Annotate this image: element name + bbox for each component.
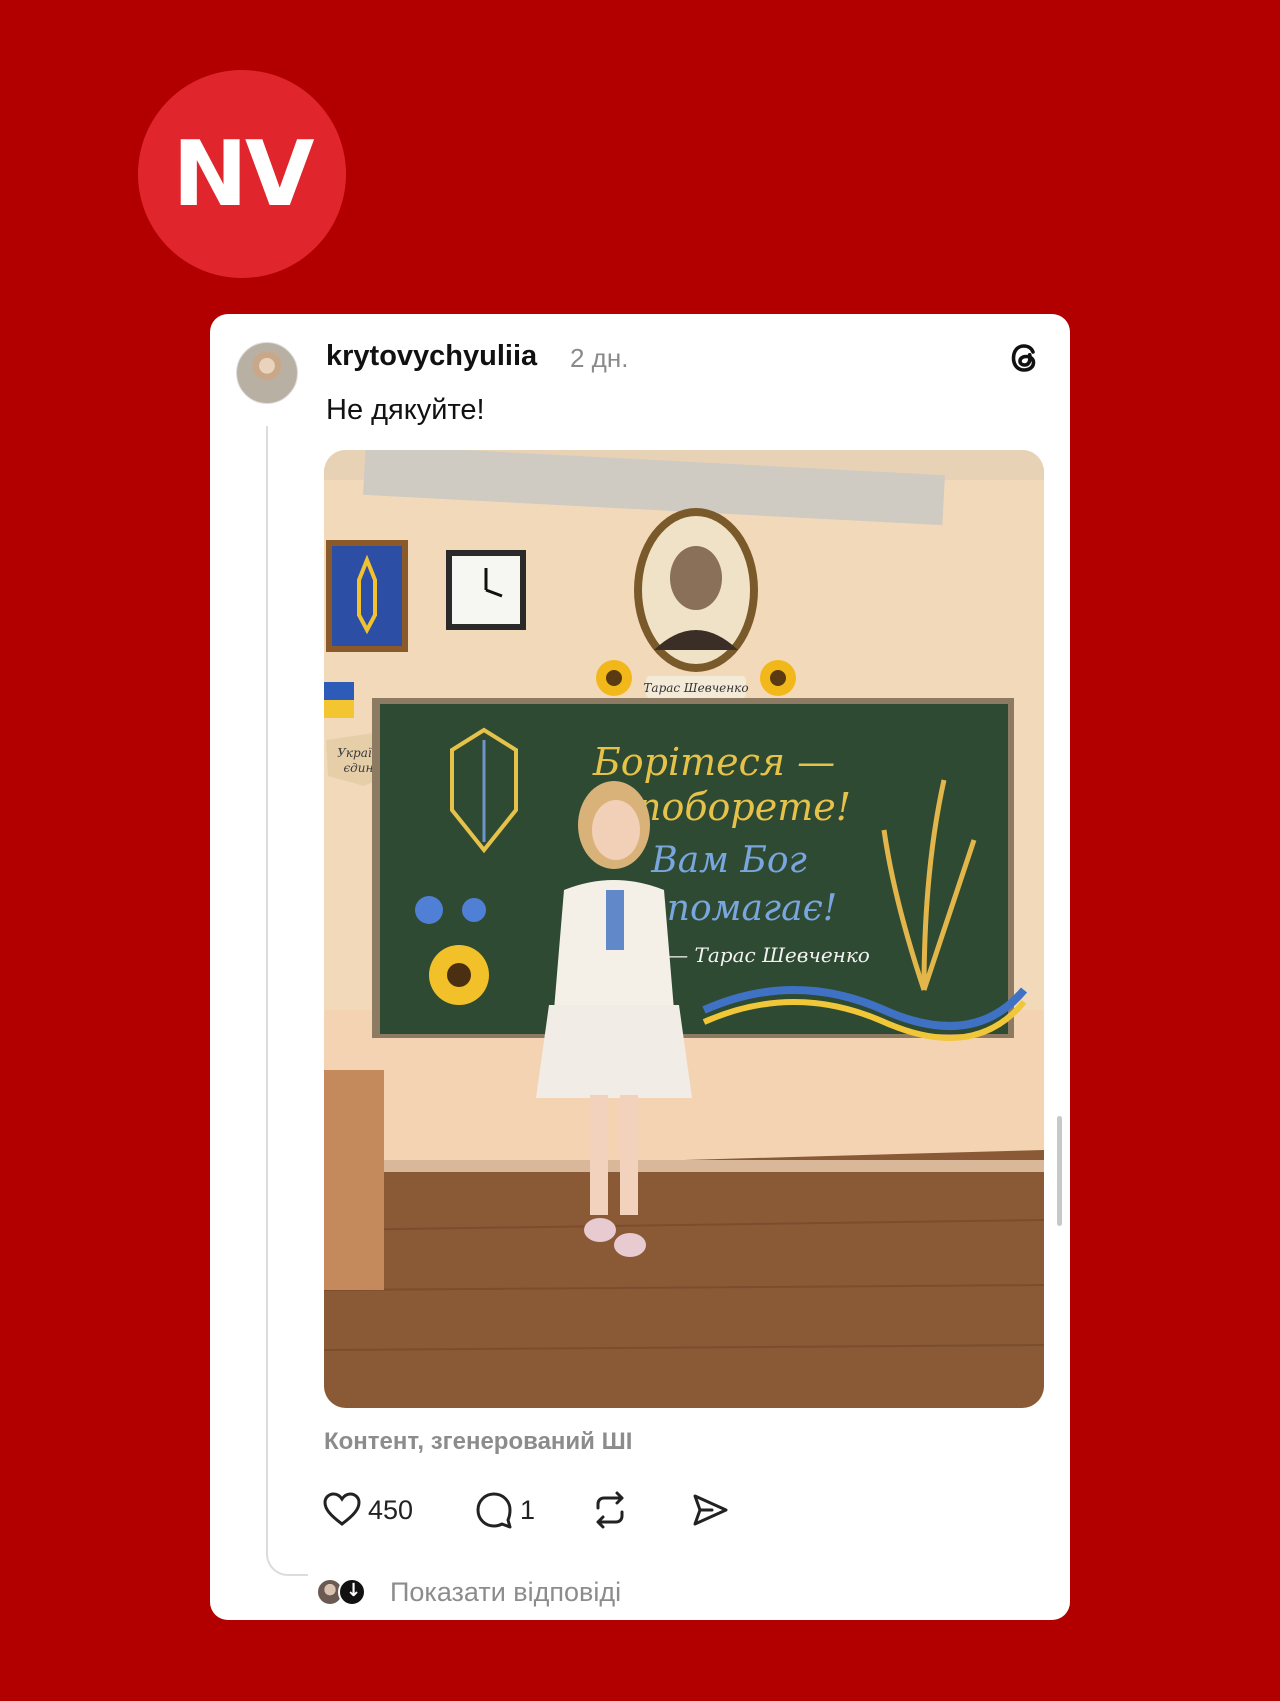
like-count: 450 xyxy=(368,1494,414,1525)
comment-button[interactable]: 1 xyxy=(474,1486,535,1534)
threads-icon[interactable] xyxy=(1003,336,1047,380)
post-image[interactable]: Тарас Шевченко Україна єдина Борітеся — … xyxy=(324,450,1044,1408)
like-button[interactable]: 450 xyxy=(322,1486,413,1534)
portrait-caption: Тарас Шевченко xyxy=(643,681,748,695)
threads-post-card: krytovychyuliia 2 дн. Не дякуйте! Тарас … xyxy=(210,314,1070,1620)
board-line-1: Борітеся — xyxy=(592,740,835,784)
share-button[interactable] xyxy=(690,1486,730,1534)
show-replies-label: Показати відповіді xyxy=(390,1576,622,1607)
board-line-2: поборете! xyxy=(637,785,851,829)
post-time: 2 дн. xyxy=(570,343,629,373)
avatar[interactable] xyxy=(236,342,298,404)
board-line-4: помагає! xyxy=(667,888,837,929)
board-line-3: Вам Бог xyxy=(650,840,807,881)
board-line-5: — Тарас Шевченко xyxy=(668,943,870,967)
ai-generated-label: Контент, згенерований ШІ xyxy=(324,1428,633,1455)
nv-logo: NV xyxy=(138,70,346,278)
thread-line xyxy=(266,426,268,1556)
reply-avatar-download xyxy=(338,1578,366,1606)
nv-logo-text: NV xyxy=(172,121,315,227)
repost-button[interactable] xyxy=(590,1486,630,1534)
scrollbar[interactable] xyxy=(1057,1116,1062,1226)
comment-icon xyxy=(476,1492,512,1529)
repost-icon xyxy=(596,1491,624,1529)
share-icon xyxy=(693,1494,728,1526)
thread-line-curve xyxy=(266,1540,308,1576)
comment-count: 1 xyxy=(520,1494,536,1525)
heart-icon xyxy=(323,1492,361,1526)
post-text: Не дякуйте! xyxy=(326,394,485,426)
username[interactable]: krytovychyuliia xyxy=(326,340,537,373)
post-actions: 450 1 xyxy=(322,1486,822,1534)
show-replies[interactable]: Показати відповіді xyxy=(316,1572,621,1612)
